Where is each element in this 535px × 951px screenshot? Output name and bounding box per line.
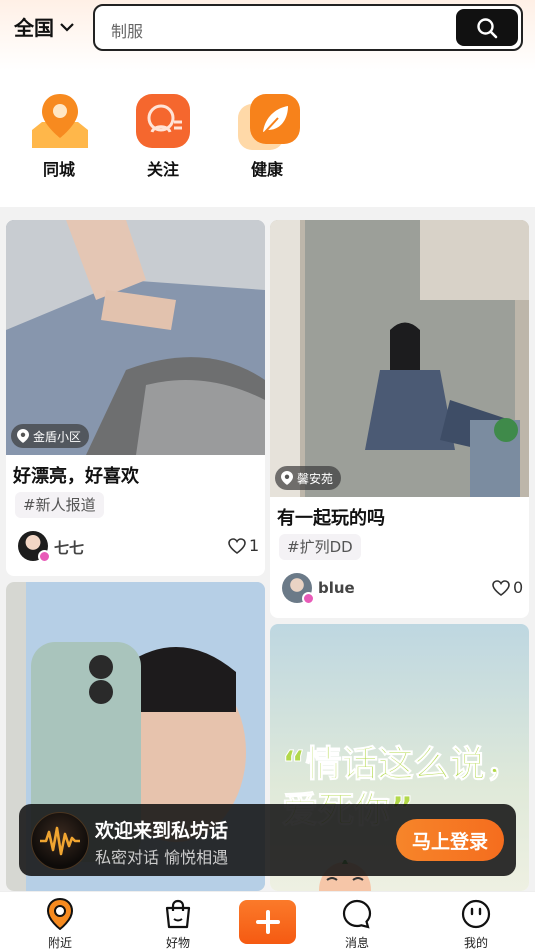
- heart-icon: [492, 579, 510, 596]
- nav-label: 消息: [344, 936, 369, 950]
- category-label: 健康: [250, 160, 283, 179]
- nav-goods[interactable]: 好物: [143, 898, 213, 951]
- heart-icon: [228, 537, 246, 554]
- location-badge: 金盾小区: [11, 424, 90, 448]
- verified-badge: [302, 592, 315, 605]
- nav-label: 好物: [165, 936, 190, 950]
- profile-face-icon: [460, 898, 492, 930]
- publish-button[interactable]: [239, 900, 296, 944]
- feed-card-1[interactable]: 金盾小区 好漂亮，好喜欢 #新人报道 七七 1: [6, 220, 265, 576]
- login-banner[interactable]: 欢迎来到私坊话 私密对话 愉悦相遇 马上登录: [19, 804, 516, 876]
- app-logo: [31, 812, 89, 870]
- card-photo: [270, 220, 529, 497]
- shopping-bag-icon: [162, 898, 194, 930]
- nav-nearby[interactable]: 附近: [25, 898, 95, 951]
- search-icon: [477, 17, 498, 38]
- card-photo: [6, 220, 265, 455]
- verified-badge: [38, 550, 51, 563]
- card-title: 有一起玩的吗: [277, 508, 385, 529]
- category-follow[interactable]: 关注: [131, 92, 195, 180]
- feed-card-2[interactable]: 馨安苑 有一起玩的吗 #扩列DD blue 0: [270, 220, 529, 618]
- location-pin-icon: [30, 92, 88, 150]
- location-pin-icon: [17, 429, 29, 443]
- location-badge: 馨安苑: [275, 466, 342, 490]
- search-bar[interactable]: 制服: [93, 4, 523, 51]
- like-button[interactable]: 0: [492, 578, 523, 597]
- leaf-icon: [238, 92, 300, 150]
- login-button[interactable]: 马上登录: [396, 819, 504, 861]
- message-bubble-icon: [341, 898, 373, 930]
- top-section: 全国 制服 同城 关注 健康: [0, 0, 535, 207]
- nav-messages[interactable]: 消息: [322, 898, 392, 951]
- follow-icon: [134, 92, 192, 150]
- banner-subtitle: 私密对话 愉悦相遇: [95, 848, 229, 867]
- like-button[interactable]: 1: [228, 536, 259, 555]
- like-count: 0: [513, 578, 524, 597]
- soundwave-logo-icon: [40, 826, 80, 856]
- region-selector[interactable]: 全国: [14, 12, 74, 41]
- nav-label: 附近: [47, 936, 72, 950]
- location-text: 金盾小区: [33, 429, 82, 444]
- nav-label: 我的: [463, 936, 488, 950]
- username[interactable]: blue: [318, 579, 355, 597]
- photo-mirror-selfie: [270, 220, 529, 497]
- topic-tag[interactable]: #扩列DD: [279, 534, 361, 560]
- category-health[interactable]: 健康: [235, 92, 300, 180]
- category-nearby[interactable]: 同城: [27, 92, 91, 180]
- search-button[interactable]: [456, 9, 518, 46]
- username[interactable]: 七七: [54, 537, 84, 558]
- topic-tag[interactable]: #新人报道: [15, 492, 104, 518]
- card-title: 好漂亮，好喜欢: [13, 466, 139, 487]
- category-label: 同城: [42, 160, 75, 179]
- nearby-pin-icon: [44, 898, 76, 930]
- like-count: 1: [249, 536, 260, 555]
- plus-icon: [255, 910, 280, 934]
- photo-feet-illustration: [6, 220, 265, 455]
- chevron-down-icon: [60, 22, 74, 32]
- location-text: 馨安苑: [297, 471, 334, 486]
- region-label: 全国: [14, 16, 54, 40]
- nav-profile[interactable]: 我的: [441, 898, 511, 951]
- search-input[interactable]: 制服: [111, 18, 143, 42]
- category-label: 关注: [146, 160, 179, 179]
- location-pin-icon: [281, 471, 293, 485]
- bottom-nav: 附近 好物 消息 我的: [0, 891, 535, 951]
- banner-title: 欢迎来到私坊话: [95, 820, 229, 842]
